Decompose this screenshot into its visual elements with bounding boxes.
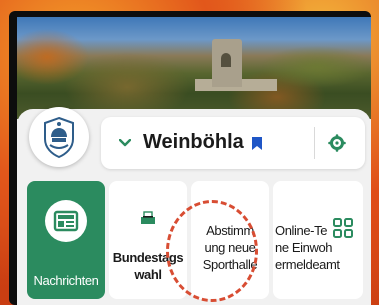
highlight-circle — [166, 200, 258, 302]
town-selector[interactable]: Weinböhla — [101, 117, 365, 169]
tile-label: Nachrichten — [33, 273, 99, 288]
coat-of-arms-icon[interactable] — [29, 107, 89, 167]
town-name: Weinböhla — [143, 131, 244, 153]
tile-label-line3: ermeldeamt — [275, 257, 340, 272]
castle-tower — [212, 39, 242, 87]
gear-icon[interactable] — [328, 134, 346, 152]
tile-nachrichten[interactable]: Nachrichten — [27, 181, 105, 299]
chevron-down-icon[interactable] — [117, 135, 133, 151]
tile-online-termine[interactable]: Online-Te ne Einwoh ermeldeamt — [273, 181, 363, 299]
header-photo — [17, 17, 371, 119]
tile-label-line2: ne Einwoh — [275, 240, 333, 255]
bookmark-icon[interactable] — [251, 136, 263, 156]
ballot-icon — [139, 211, 157, 230]
divider — [314, 127, 315, 159]
grid-icon[interactable] — [333, 218, 353, 238]
newspaper-icon — [44, 199, 88, 248]
